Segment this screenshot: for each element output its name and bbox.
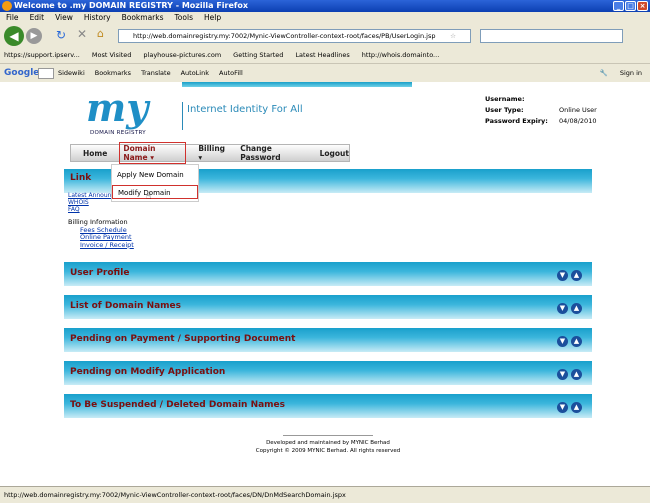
usertype-value: Online User: [559, 106, 597, 114]
username-label: Username:: [485, 95, 525, 103]
chevron-down-icon: ▾: [198, 153, 203, 162]
menu-bar: File Edit View History Bookmarks Tools H…: [0, 12, 650, 24]
autolink-button[interactable]: AutoLink: [181, 64, 209, 82]
maximize-button[interactable]: □: [625, 1, 636, 11]
url-text: http://web.domainregistry.my:7002/Mynic-…: [133, 32, 436, 40]
section-user-profile: User Profile ▼ ▲: [64, 262, 592, 286]
minimize-button[interactable]: _: [613, 1, 624, 11]
home-icon[interactable]: ⌂: [97, 27, 104, 40]
collapse-icon[interactable]: ▲: [571, 369, 582, 380]
menu-home[interactable]: Home: [83, 149, 107, 158]
logo-subtext: DOMAIN REGISTRY: [90, 130, 146, 136]
dropdown-apply-new-domain[interactable]: Apply New Domain: [112, 168, 198, 182]
section-title: Link: [70, 173, 92, 183]
bookmarks-button[interactable]: Bookmarks: [95, 64, 131, 82]
bookmark-item[interactable]: Getting Started: [233, 48, 283, 63]
close-button[interactable]: ×: [637, 1, 648, 11]
menu-domain-name[interactable]: Domain Name ▾: [119, 142, 187, 164]
hand-cursor-icon: ☝: [146, 192, 152, 202]
section-title: List of Domain Names: [70, 301, 182, 311]
window-title: Welcome to .my DOMAIN REGISTRY - Mozilla…: [14, 1, 249, 10]
signin-link[interactable]: Sign in: [620, 64, 642, 82]
google-logo: Google: [4, 68, 40, 78]
billing-heading: Billing Information: [68, 218, 128, 226]
main-menu: Home Domain Name ▾ Billing ▾ Change Pass…: [70, 142, 350, 164]
bookmark-item[interactable]: http://whois.domainto...: [362, 48, 440, 63]
window-controls: _ □ ×: [613, 1, 648, 11]
chevron-down-icon: ▾: [150, 153, 154, 162]
forward-button[interactable]: ▶: [26, 28, 42, 44]
search-box[interactable]: [480, 29, 623, 43]
menu-billing[interactable]: Billing ▾: [198, 144, 228, 162]
billing-info: Billing Information Fees Schedule Online…: [68, 218, 134, 250]
logo-text: my: [86, 85, 149, 130]
stop-icon[interactable]: ✕: [77, 27, 87, 41]
link-list: Latest Announ WHOIS FAQ: [68, 192, 111, 213]
menu-logout[interactable]: Logout: [320, 149, 349, 158]
menu-view[interactable]: View: [55, 12, 73, 24]
bookmark-item[interactable]: playhouse-pictures.com: [143, 48, 221, 63]
menu-edit[interactable]: Edit: [30, 12, 45, 24]
menu-tools[interactable]: Tools: [175, 12, 193, 24]
bookmark-item[interactable]: Most Visited: [92, 48, 132, 63]
link-whois[interactable]: WHOIS: [68, 199, 111, 206]
expiry-value: 04/08/2010: [559, 117, 597, 125]
collapse-icon[interactable]: ▲: [571, 336, 582, 347]
settings-wrench-icon[interactable]: 🔧: [600, 64, 608, 82]
link-faq[interactable]: FAQ: [68, 206, 111, 213]
section-title: To Be Suspended / Deleted Domain Names: [70, 400, 286, 410]
menu-bookmarks[interactable]: Bookmarks: [122, 12, 164, 24]
link-invoice-receipt[interactable]: Invoice / Receipt: [68, 241, 134, 250]
link-announcement[interactable]: Latest Announ: [68, 192, 111, 199]
collapse-icon[interactable]: ▲: [571, 402, 582, 413]
registry-logo: my DOMAIN REGISTRY: [76, 88, 176, 138]
back-button[interactable]: ◀: [4, 26, 24, 46]
expiry-label: Password Expiry:: [485, 117, 548, 125]
menu-help[interactable]: Help: [204, 12, 221, 24]
expand-icon[interactable]: ▼: [557, 369, 568, 380]
tagline: Internet Identity For All: [182, 102, 303, 130]
dropdown-modify-domain[interactable]: Modify Domain: [112, 185, 198, 199]
bookmarks-toolbar: https://support.ipserv... Most Visited p…: [0, 48, 650, 63]
registry-page: my DOMAIN REGISTRY Internet Identity For…: [62, 82, 597, 486]
footer-line2: Copyright © 2009 MYNIC Berhad. All right…: [255, 448, 401, 454]
section-title: User Profile: [70, 268, 130, 278]
menu-change-password[interactable]: Change Password: [240, 144, 307, 162]
menu-file[interactable]: File: [6, 12, 19, 24]
domain-dropdown: Apply New Domain Modify Domain: [111, 164, 199, 202]
section-domain-list: List of Domain Names ▼ ▲: [64, 295, 592, 319]
translate-button[interactable]: Translate: [141, 64, 171, 82]
google-search-field[interactable]: [38, 68, 54, 79]
usertype-label: User Type:: [485, 106, 524, 114]
google-toolbar: Google Sidewiki Bookmarks Translate Auto…: [0, 63, 650, 81]
expand-icon[interactable]: ▼: [557, 336, 568, 347]
sidewiki-button[interactable]: Sidewiki: [58, 64, 85, 82]
status-bar: http://web.domainregistry.my:7002/Mynic-…: [0, 486, 650, 503]
section-pending-payment: Pending on Payment / Supporting Document…: [64, 328, 592, 352]
reload-icon[interactable]: ↻: [56, 28, 66, 42]
window-titlebar: Welcome to .my DOMAIN REGISTRY - Mozilla…: [0, 0, 650, 12]
collapse-icon[interactable]: ▲: [571, 270, 582, 281]
bookmark-item[interactable]: Latest Headlines: [295, 48, 349, 63]
collapse-icon[interactable]: ▲: [571, 303, 582, 314]
url-bar[interactable]: http://web.domainregistry.my:7002/Mynic-…: [118, 29, 471, 43]
section-title: Pending on Modify Application: [70, 367, 226, 377]
expand-icon[interactable]: ▼: [557, 303, 568, 314]
expand-icon[interactable]: ▼: [557, 270, 568, 281]
autofill-button[interactable]: AutoFill: [219, 64, 243, 82]
bookmark-star-icon[interactable]: ☆: [450, 30, 456, 42]
menu-history[interactable]: History: [84, 12, 111, 24]
firefox-icon: [2, 1, 12, 11]
section-suspended: To Be Suspended / Deleted Domain Names ▼…: [64, 394, 592, 418]
section-title: Pending on Payment / Supporting Document: [70, 334, 296, 344]
section-pending-modify: Pending on Modify Application ▼ ▲: [64, 361, 592, 385]
page-viewport: my DOMAIN REGISTRY Internet Identity For…: [0, 82, 650, 486]
bookmark-item[interactable]: https://support.ipserv...: [4, 48, 80, 63]
expand-icon[interactable]: ▼: [557, 402, 568, 413]
browser-chrome: File Edit View History Bookmarks Tools H…: [0, 12, 650, 82]
footer-line1: Developed and maintained by MYNIC Berhad: [266, 440, 390, 446]
page-footer: Developed and maintained by MYNIC Berhad…: [62, 435, 594, 455]
footer-divider: [283, 435, 373, 436]
header-strip: [182, 82, 412, 87]
